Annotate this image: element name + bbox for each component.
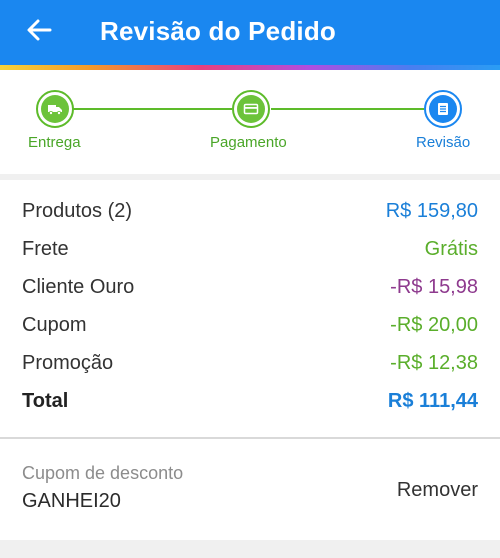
document-icon (435, 101, 451, 117)
coupon-section: Cupom de desconto GANHEI20 Remover (0, 439, 500, 540)
total-value: R$ 111,44 (387, 389, 478, 412)
step-label-revisao: Revisão (416, 134, 471, 151)
summary-row-cliente-ouro: Cliente Ouro -R$ 15,98 (22, 268, 478, 306)
summary-row-produtos: Produtos (2) R$ 159,80 (22, 192, 478, 230)
remove-coupon-button[interactable]: Remover (397, 479, 478, 502)
truck-icon (47, 101, 63, 117)
summary-label: Promoção (22, 351, 114, 374)
step-revisao[interactable] (424, 90, 462, 128)
coupon-code: GANHEI20 (22, 490, 121, 512)
summary-row-cupom: Cupom -R$ 20,00 (22, 306, 478, 344)
step-pagamento[interactable] (232, 90, 270, 128)
summary-value: -R$ 15,98 (390, 275, 478, 298)
summary-value: -R$ 12,38 (390, 351, 478, 374)
app-header: Revisão do Pedido (0, 0, 500, 65)
summary-row-promocao: Promoção -R$ 12,38 (22, 344, 478, 382)
summary-row-frete: Frete Grátis (22, 230, 478, 268)
back-arrow-icon[interactable] (24, 15, 54, 45)
summary-value: Grátis (424, 237, 478, 260)
summary-value: -R$ 20,00 (390, 313, 478, 336)
total-label: Total (22, 389, 69, 412)
bottom-separator (0, 540, 500, 558)
step-connector (73, 108, 232, 110)
step-label-entrega: Entrega (28, 134, 81, 151)
summary-row-total: Total R$ 111,44 (22, 382, 478, 420)
summary-value: R$ 159,80 (385, 199, 478, 222)
summary-label: Cliente Ouro (22, 275, 135, 298)
coupon-caption: Cupom de desconto (22, 463, 184, 483)
credit-card-icon (243, 101, 259, 117)
checkout-stepper: Entrega Pagamento Revisão (0, 70, 500, 174)
step-connector (271, 108, 424, 110)
summary-label: Cupom (22, 313, 87, 336)
summary-label: Produtos (2) (22, 199, 133, 222)
summary-label: Frete (22, 237, 69, 260)
order-summary: Produtos (2) R$ 159,80 Frete Grátis Clie… (0, 180, 500, 437)
step-entrega[interactable] (36, 90, 74, 128)
page-title: Revisão do Pedido (100, 16, 337, 46)
step-label-pagamento: Pagamento (210, 134, 287, 151)
